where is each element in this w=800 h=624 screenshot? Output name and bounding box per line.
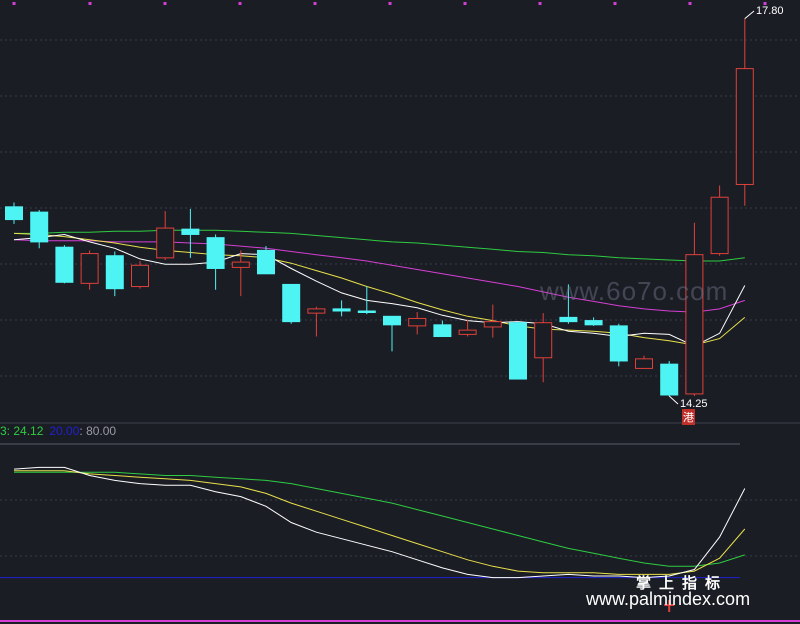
candle-down [5, 206, 23, 221]
high-price-label: 17.80 [756, 5, 784, 17]
candle-up [231, 261, 250, 268]
indicator-yellow-line [14, 470, 746, 575]
candle-down [559, 316, 578, 323]
low-pointer [668, 395, 679, 405]
high-pointer [744, 10, 755, 20]
top-marker-dots [12, 2, 767, 5]
candle-up [534, 322, 553, 359]
candle-up [483, 321, 502, 328]
candle-down [206, 237, 225, 269]
candle-down [332, 308, 351, 312]
candle-down [282, 283, 301, 323]
candle-down [660, 363, 679, 396]
candle-up [156, 227, 175, 259]
candle-down [609, 325, 628, 362]
top-dot [163, 2, 167, 5]
top-dot [12, 2, 16, 5]
indicator-value-3: : 80.00 [79, 424, 117, 438]
indicator-green-line [14, 471, 745, 567]
candle-down [357, 310, 376, 313]
top-dot [313, 2, 317, 5]
candle-up [710, 196, 729, 255]
candle-down [584, 320, 603, 326]
indicator-value-2: 20.00 [49, 424, 80, 438]
chart-canvas [0, 2, 800, 622]
watermark-url: www.palmindex.com [586, 589, 751, 609]
candle-down [257, 249, 275, 275]
candle-down [105, 255, 124, 290]
candle-up [635, 358, 653, 369]
gang-tag: 港 [682, 409, 695, 425]
candle-down [181, 228, 200, 235]
candle-up [80, 253, 99, 284]
top-dot [388, 2, 392, 5]
top-dot [538, 2, 542, 5]
top-dot [238, 2, 242, 5]
candle-down [383, 315, 401, 326]
top-dot [88, 2, 92, 5]
indicator-value-1: 3: 24.12 [0, 424, 44, 438]
indicator-values: 3: 24.12 20.00: 80.00 [0, 424, 122, 438]
candle-up [735, 68, 754, 185]
candle-up [131, 264, 149, 288]
candle-up [408, 317, 427, 327]
top-dot [613, 2, 617, 5]
candle-down [509, 322, 527, 380]
candle-down [55, 246, 74, 283]
candle-down [433, 324, 452, 338]
top-dot [463, 2, 467, 5]
candle-up [307, 308, 326, 314]
top-dot [688, 2, 692, 5]
candle-down [30, 211, 49, 243]
candle-up [458, 329, 477, 335]
watermark-middle: www.6o7o.com [540, 276, 729, 306]
